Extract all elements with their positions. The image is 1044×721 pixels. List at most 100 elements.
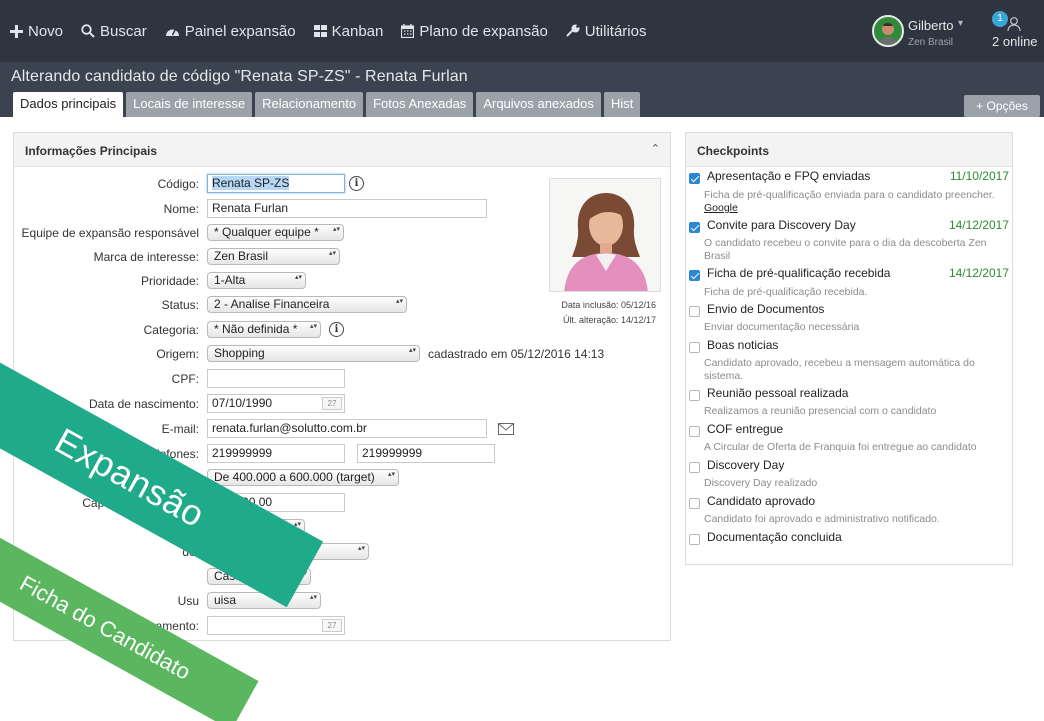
envelope-icon[interactable] — [498, 423, 514, 435]
prioridade-label: Prioridade: — [140, 274, 199, 288]
checkpoint-date: 11/10/2017 — [949, 169, 1009, 183]
user-menu[interactable]: Gilberto ▾ Zen Brasil — [872, 15, 972, 49]
codigo-value: Renata SP-ZS — [212, 176, 290, 190]
checkpoint-desc: Ficha de pré-qualificação recebida. — [704, 286, 868, 298]
plus-icon — [10, 24, 23, 38]
users-icon — [1007, 17, 1021, 32]
calendar-icon[interactable]: 27 — [322, 397, 342, 410]
row-sexo: Sexo: Feminino — [14, 518, 670, 538]
telefone2-input[interactable]: 219999999 — [357, 444, 495, 463]
checkpoint-checkbox[interactable] — [689, 270, 700, 281]
nav-new[interactable]: Novo — [10, 23, 63, 40]
telefone1-input[interactable]: 219999999 — [207, 444, 345, 463]
origem-select[interactable]: Shopping — [207, 345, 420, 362]
tab-bar: Dados principais Locais de interesse Relac… — [13, 92, 646, 117]
checkpoint-desc: Enviar documentação necessária — [704, 321, 860, 333]
tab-dados-principais[interactable]: Dados principais — [13, 92, 124, 117]
cpf-label: CPF: — [171, 372, 199, 386]
nav-plan[interactable]: Plano de expansão — [401, 23, 548, 40]
tab-locais-de-interesse[interactable]: Locais de interesse — [126, 92, 253, 117]
origem-label: Origem: — [156, 347, 199, 361]
checkpoint-date: 14/12/2017 — [948, 218, 1009, 232]
checkpoint-checkbox[interactable] — [689, 342, 700, 353]
equipe-label: Equipe de expansão responsável — [21, 226, 199, 240]
wrench-icon — [566, 24, 580, 37]
checkpoint-title: Discovery Day — [707, 458, 785, 472]
nav-kanban[interactable]: Kanban — [313, 22, 384, 40]
checkpoint-title: COF entregue — [707, 422, 784, 436]
status-select[interactable]: 2 - Analise Financeira — [207, 296, 407, 313]
online-users[interactable]: 1 2 online — [990, 10, 1044, 50]
status-label: Status: — [161, 298, 199, 312]
checkpoint-checkbox[interactable] — [689, 306, 700, 317]
categoria-select[interactable]: * Não definida * — [207, 321, 321, 338]
checkpoint-checkbox[interactable] — [689, 462, 700, 473]
photo-alteration-date: Últ. alteração: 14/12/17 — [562, 315, 656, 325]
checkpoint-checkbox[interactable] — [689, 222, 700, 233]
origem-created-text: cadastrado em 05/12/2016 14:13 — [428, 347, 605, 361]
checkpoint-checkbox[interactable] — [689, 498, 700, 509]
checkpoint-checkbox[interactable] — [689, 173, 700, 184]
tab-arquivos-anexados[interactable]: Arquivos anexados — [476, 92, 601, 117]
options-button[interactable]: + Opções — [964, 95, 1040, 117]
categoria-info-icon[interactable]: i — [329, 322, 344, 337]
checkpoint-checkbox[interactable] — [689, 390, 700, 401]
checkpoint-desc: Candidato aprovado, recebeu a mensagem a… — [704, 357, 975, 382]
prioridade-select[interactable]: 1-Alta — [207, 272, 306, 289]
dashboard-icon — [165, 28, 179, 36]
marca-select[interactable]: Zen Brasil — [207, 248, 340, 265]
faixa-select[interactable]: De 400.000 a 600.000 (target) — [207, 469, 399, 486]
collapse-icon[interactable]: ⌃ — [651, 142, 660, 155]
row-estado-civil: Casado(a) — [14, 567, 670, 587]
checkpoint-title: Ficha de pré-qualificação recebida — [707, 266, 891, 280]
cpf-input[interactable] — [207, 369, 345, 388]
nav-kanban-label: Kanban — [331, 22, 384, 40]
codigo-label: Código: — [157, 177, 199, 191]
checkpoints-title: Checkpoints — [697, 144, 770, 158]
checkpoint-title: Reunião pessoal realizada — [707, 386, 849, 400]
main-info-title: Informações Principais — [25, 144, 158, 158]
tab-historico[interactable]: Hist — [603, 92, 641, 117]
nav-new-label: Novo — [28, 22, 64, 40]
nav-dashboard[interactable]: Painel expansão — [165, 23, 296, 40]
avatar — [872, 15, 904, 47]
checkpoint-checkbox[interactable] — [689, 534, 700, 545]
chevron-down-icon: ▾ — [958, 18, 964, 29]
calendar-icon — [401, 24, 415, 38]
nascimento-input[interactable]: 07/10/1990 27 — [207, 394, 345, 413]
checkpoint-title: Candidato aprovado — [707, 494, 816, 508]
email-input[interactable]: renata.furlan@solutto.com.br — [207, 419, 487, 438]
codigo-input[interactable]: Renata SP-ZS — [207, 174, 345, 193]
nav-search[interactable]: Buscar — [81, 23, 147, 40]
tab-fotos-anexadas[interactable]: Fotos Anexadas — [366, 92, 474, 117]
nascimento-value: 07/10/1990 — [212, 396, 273, 410]
user-name: Gilberto — [908, 18, 954, 33]
nav-utilities-label: Utilitários — [584, 22, 646, 40]
checkpoint-desc: Ficha de pré-qualificação enviada para o… — [704, 189, 995, 201]
checkpoint-link[interactable]: Google — [704, 202, 738, 214]
main-nav: Novo Buscar Painel expansão Kanban Plano… — [10, 18, 646, 44]
tab-relacionamento[interactable]: Relacionamento — [255, 92, 364, 117]
nav-dashboard-label: Painel expansão — [184, 22, 296, 40]
checkpoints-panel: Checkpoints Apresentação e FPQ enviadas … — [685, 132, 1013, 565]
photo-inclusion-date: Data inclusão: 05/12/16 — [561, 300, 656, 310]
fechamento-calendar-icon[interactable]: 27 — [322, 619, 342, 632]
escolaridade-label: de: — [14, 545, 199, 559]
info-icon[interactable]: i — [349, 176, 364, 191]
user-company: Zen Brasil — [908, 37, 954, 48]
checkpoint-title: Apresentação e FPQ enviadas — [707, 169, 871, 183]
checkpoint-checkbox[interactable] — [689, 426, 700, 437]
fechamento-input[interactable]: 27 — [207, 616, 345, 635]
checkpoint-title: Convite para Discovery Day — [707, 218, 856, 232]
checkpoint-desc: Candidato foi aprovado e administrativo … — [704, 513, 940, 525]
grid-icon — [313, 25, 327, 37]
row-escolaridade: de: Doutorado — [14, 542, 670, 562]
candidate-photo — [549, 178, 661, 292]
main-info-panel: Informações Principais ⌃ Código: Renata … — [13, 132, 671, 641]
row-cpf: CPF: — [14, 369, 670, 389]
checkpoint-date: 14/12/2017 — [948, 266, 1009, 280]
nome-input[interactable]: Renata Furlan — [207, 199, 487, 218]
nav-utilities[interactable]: Utilitários — [566, 23, 646, 40]
equipe-select[interactable]: * Qualquer equipe * — [207, 224, 344, 241]
checkpoint-desc: Discovery Day realizado — [704, 477, 818, 489]
